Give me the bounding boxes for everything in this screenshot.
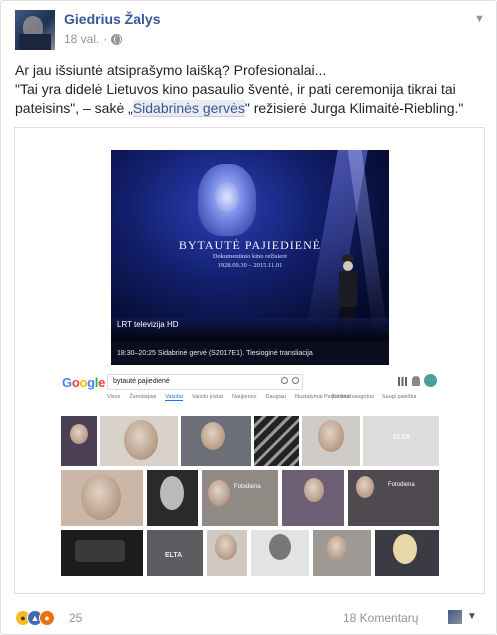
google-tabs: Visos Žemėlapiai Vaizdai Vaizdo įrašai N… — [107, 394, 350, 401]
result-thumb — [313, 530, 371, 576]
portrait-projection — [198, 164, 256, 236]
image-results-grid: ELTA Fotodiena Fotodiena ELTA — [61, 416, 439, 576]
result-thumb: Fotodiena — [348, 470, 439, 526]
film-link[interactable]: Sidabrinės gervės — [132, 100, 245, 117]
facebook-post: Giedrius Žalys 18 val. · ▼ Ar jau išsiun… — [0, 0, 497, 635]
post-text-quote: "Tai yra didelė Lietuvos kino pasaulio š… — [15, 81, 464, 117]
chevron-down-icon[interactable]: ▼ — [467, 611, 477, 622]
result-thumb — [147, 470, 198, 526]
result-thumb — [61, 470, 143, 526]
result-thumb — [282, 470, 344, 526]
result-thumb — [254, 416, 299, 466]
post-text: Ar jau išsiuntė atsiprašymo laišką? Prof… — [15, 61, 485, 118]
result-thumb: Fotodiena — [202, 470, 278, 526]
chevron-down-icon[interactable]: ▼ — [474, 13, 485, 25]
google-right-tabs: Peržiūrėt išsaugotus Saugi paieška — [324, 394, 417, 400]
tv-channel: LRT televizija HD — [117, 320, 179, 329]
result-thumb — [61, 530, 143, 576]
result-thumb — [181, 416, 251, 466]
viewer-avatar[interactable] — [448, 610, 462, 624]
shared-image[interactable]: BYTAUTĖ PAJIEDIENĖ Dokumentinio kino rež… — [14, 127, 485, 594]
post-meta: 18 val. · — [64, 32, 123, 46]
reaction-count[interactable]: 25 — [69, 611, 82, 625]
google-logo: Google — [62, 375, 106, 390]
google-search-input: bytauté pajiediené — [107, 374, 303, 390]
angry-reaction-icon: ● — [39, 610, 55, 626]
result-thumb — [61, 416, 97, 466]
bell-icon — [412, 376, 420, 386]
google-header: Google bytauté pajiediené Visos Žemėlapi… — [62, 372, 438, 402]
apps-icon — [398, 377, 407, 386]
tv-title: BYTAUTĖ PAJIEDIENĖ — [178, 238, 322, 252]
tv-screenshot: BYTAUTĖ PAJIEDIENĖ Dokumentinio kino rež… — [111, 150, 389, 365]
author-name[interactable]: Giedrius Žalys — [64, 11, 160, 27]
globe-icon — [111, 33, 123, 45]
result-thumb — [100, 416, 178, 466]
result-thumb — [207, 530, 247, 576]
result-thumb — [251, 530, 309, 576]
result-thumb — [302, 416, 360, 466]
tv-ticker: 18:30–20:25 Sidabrinė gervė (S2017E1). T… — [117, 350, 313, 357]
result-thumb: ELTA — [363, 416, 439, 466]
meta-separator: · — [103, 32, 108, 46]
comments-link[interactable]: 18 Komentarų — [343, 611, 418, 625]
search-icon — [292, 377, 299, 384]
post-text-line1: Ar jau išsiuntė atsiprašymo laišką? Prof… — [15, 62, 327, 78]
result-thumb — [375, 530, 439, 576]
post-timestamp[interactable]: 18 val. — [64, 32, 99, 46]
google-avatar — [424, 374, 437, 387]
reactions[interactable]: ● ▲ ● — [15, 610, 55, 626]
camera-icon — [281, 377, 288, 384]
author-avatar[interactable] — [15, 10, 55, 50]
result-thumb: ELTA — [147, 530, 203, 576]
